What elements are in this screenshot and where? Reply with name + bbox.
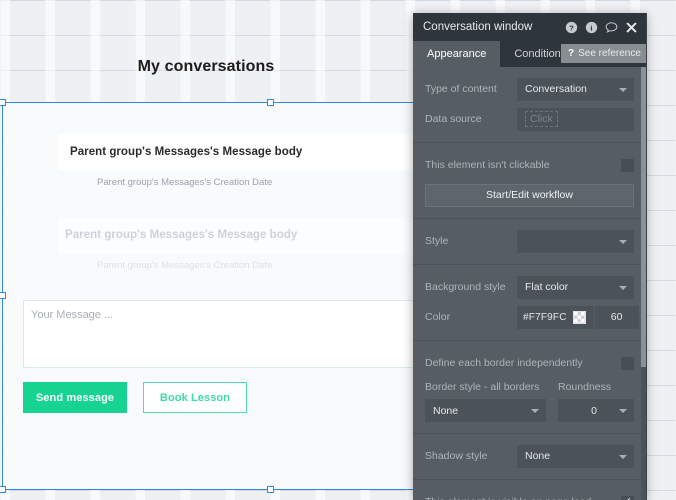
row-visible-on-load: This element is visible on page load ✓ — [425, 490, 634, 500]
panel-title: Conversation window — [423, 21, 533, 33]
border-style-select[interactable]: None — [425, 399, 546, 422]
message-body-text-ghost: Parent group's Messages's Message body — [65, 229, 298, 241]
background-style-select[interactable]: Flat color — [517, 275, 634, 299]
message-date-text: Parent group's Messages's Creation Date — [97, 177, 273, 188]
roundness-label: Roundness — [558, 381, 612, 393]
color-hex-value[interactable]: #F7F9FC — [517, 312, 573, 323]
message-input-placeholder: Your Message ... — [31, 309, 114, 321]
define-borders-checkbox[interactable] — [621, 356, 634, 370]
define-borders-label: Define each border independently — [425, 357, 583, 369]
svg-text:?: ? — [569, 23, 574, 32]
section-style: Style — [413, 219, 646, 265]
panel-header-icons: ? i — [565, 21, 638, 34]
checkmark-icon: ✓ — [623, 496, 632, 500]
message-date-text-ghost: Parent group's Messages's Creation Date — [97, 260, 273, 271]
border-style-field: Border style - all borders None — [425, 381, 546, 422]
section-borders: Define each border independently Border … — [413, 341, 646, 434]
message-body-text: Parent group's Messages's Message body — [70, 146, 303, 158]
visible-on-load-checkbox[interactable]: ✓ — [621, 495, 634, 500]
editor-root: My conversations Parent group's Messages… — [0, 0, 676, 500]
data-source-placeholder: Click — [525, 111, 558, 127]
panel-right-edge — [646, 13, 647, 500]
see-reference-question-icon: ? — [568, 48, 575, 59]
panel-header: Conversation window ? i — [413, 13, 646, 41]
resize-handle-bottom-middle[interactable] — [267, 486, 274, 493]
border-roundness-group: Border style - all borders None Roundnes… — [425, 381, 634, 422]
not-clickable-checkbox[interactable] — [621, 158, 634, 172]
page-title: My conversations — [137, 58, 275, 75]
see-reference-label: See reference → — [578, 48, 646, 59]
row-data-source: Data source Click — [425, 107, 634, 131]
send-message-button[interactable]: Send message — [23, 382, 127, 413]
help-icon[interactable]: ? — [565, 21, 578, 34]
info-icon[interactable]: i — [585, 21, 598, 34]
type-of-content-label: Type of content — [425, 83, 497, 95]
book-lesson-button[interactable]: Book Lesson — [143, 382, 247, 413]
row-shadow-style: Shadow style None — [425, 444, 634, 468]
tab-appearance[interactable]: Appearance — [413, 41, 501, 67]
roundness-select[interactable]: 0 — [558, 399, 634, 422]
row-not-clickable: This element isn't clickable — [425, 153, 634, 177]
color-opacity-value[interactable]: 60 — [595, 311, 639, 323]
start-edit-workflow-button[interactable]: Start/Edit workflow — [425, 183, 634, 207]
close-icon[interactable] — [625, 21, 638, 34]
style-select[interactable] — [517, 229, 634, 253]
color-swatch[interactable] — [572, 310, 586, 324]
not-clickable-label: This element isn't clickable — [425, 159, 550, 171]
see-reference-button[interactable]: ? See reference → — [561, 44, 646, 63]
type-of-content-select[interactable]: Conversation — [517, 77, 634, 101]
comment-icon[interactable] — [605, 21, 618, 34]
row-color: Color #F7F9FC 60 — [425, 305, 639, 329]
section-visibility: This element is visible on page load ✓ M… — [413, 480, 646, 500]
section-background: Background style Flat color Color #F7F9F… — [413, 265, 646, 341]
row-type-of-content: Type of content Conversation — [425, 77, 634, 101]
data-source-input[interactable]: Click — [517, 107, 634, 131]
resize-handle-top-left[interactable] — [0, 99, 6, 106]
resize-handle-middle-left[interactable] — [0, 292, 6, 299]
panel-tabbar[interactable]: Appearance Conditional ? See reference → — [413, 41, 646, 67]
row-style: Style — [425, 229, 634, 253]
row-workflow-button: Start/Edit workflow — [425, 183, 634, 207]
shadow-style-select[interactable]: None — [517, 444, 634, 468]
style-label: Style — [425, 235, 449, 247]
color-label: Color — [425, 311, 451, 323]
resize-handle-top-middle[interactable] — [267, 99, 274, 106]
visible-on-load-label: This element is visible on page load — [425, 496, 621, 500]
row-define-borders: Define each border independently — [425, 351, 634, 375]
property-panel[interactable]: Conversation window ? i Appearance Condi… — [413, 13, 646, 500]
section-content: Type of content Conversation Data source… — [413, 67, 646, 143]
section-shadow: Shadow style None — [413, 434, 646, 480]
resize-handle-bottom-left[interactable] — [0, 486, 6, 493]
panel-body: Type of content Conversation Data source… — [413, 67, 646, 500]
row-background-style: Background style Flat color — [425, 275, 634, 299]
shadow-style-label: Shadow style — [425, 450, 488, 462]
section-workflow: This element isn't clickable Start/Edit … — [413, 143, 646, 219]
color-control: #F7F9FC 60 — [517, 305, 639, 329]
border-style-label: Border style - all borders — [425, 381, 540, 393]
data-source-label: Data source — [425, 113, 482, 125]
roundness-field: Roundness 0 — [558, 381, 634, 422]
background-style-label: Background style — [425, 281, 506, 293]
